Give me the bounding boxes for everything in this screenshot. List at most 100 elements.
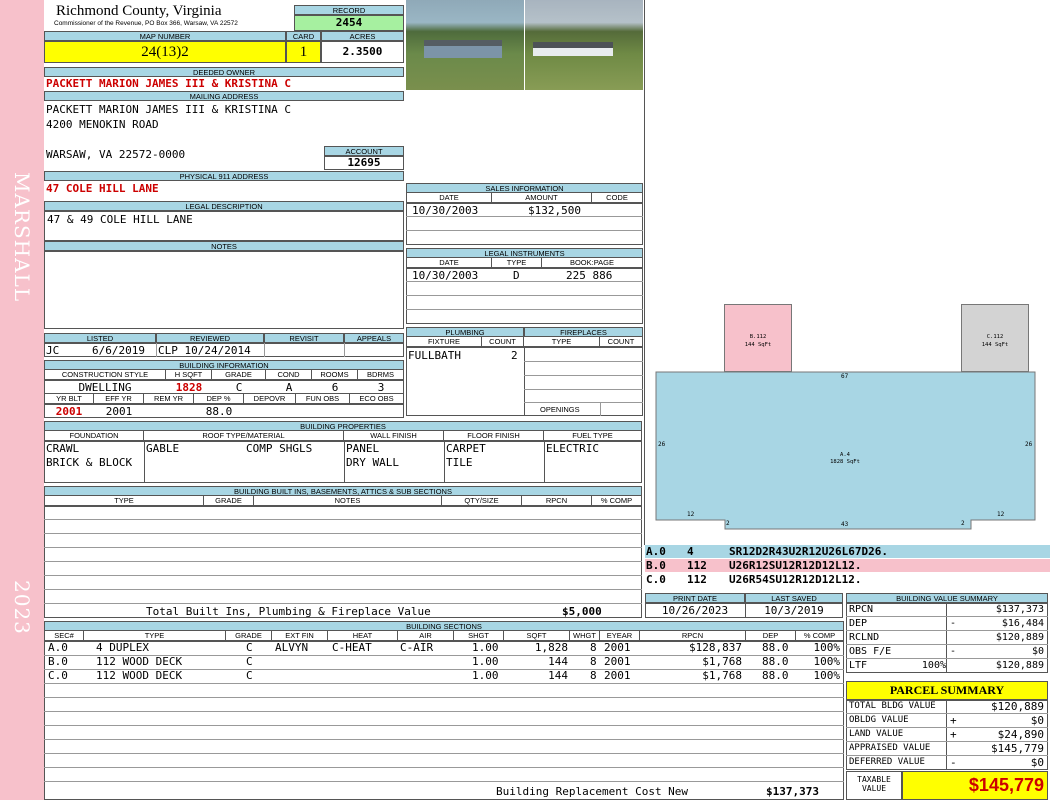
vector-code: 112 bbox=[687, 559, 707, 572]
commissioner-address: Commissioner of the Revenue, PO Box 366,… bbox=[54, 20, 238, 27]
construction-style: DWELLING bbox=[78, 381, 132, 394]
notes-label: NOTES bbox=[44, 241, 404, 251]
foundation-1: CRAWL bbox=[46, 442, 80, 455]
prop-col-floor: FLOOR FINISH bbox=[444, 431, 544, 441]
instrument-type: D bbox=[513, 269, 520, 282]
dim-notch-right: 2 bbox=[961, 520, 965, 527]
dim-notch-left: 2 bbox=[726, 520, 730, 527]
house-photo-shape bbox=[533, 42, 613, 56]
instrument-col-type: TYPE bbox=[492, 258, 542, 268]
divider bbox=[524, 402, 643, 403]
divider bbox=[44, 697, 844, 698]
sec-col-rpcn: RPCN bbox=[640, 631, 746, 641]
builtins-total-label: Total Built Ins, Plumbing & Fireplace Va… bbox=[146, 605, 431, 618]
last-saved-label: LAST SAVED bbox=[745, 593, 843, 603]
cell-type: 112 WOOD DECK bbox=[96, 669, 183, 682]
vector-sec: B.0 bbox=[646, 559, 666, 572]
divider bbox=[44, 603, 642, 604]
divider bbox=[44, 683, 844, 684]
parcel-label: OBLDG VALUE bbox=[849, 715, 909, 725]
bi-col-yrblt: YR BLT bbox=[44, 394, 94, 404]
cell-sqft: 144 bbox=[548, 669, 568, 682]
cell-dep: 88.0 bbox=[762, 655, 789, 668]
bi-col-rooms: ROOMS bbox=[312, 370, 358, 380]
physical-address-label: PHYSICAL 911 ADDRESS bbox=[44, 171, 404, 181]
table-row: A.0 4 DUPLEX C ALVYN C-HEAT C-AIR 1.00 1… bbox=[44, 641, 844, 655]
bvs-value: $120,889 bbox=[995, 660, 1044, 671]
prop-col-fuel: FUEL TYPE bbox=[544, 431, 642, 441]
sale-date: 10/30/2003 bbox=[412, 204, 479, 217]
legal-description: 47 & 49 COLE HILL LANE bbox=[47, 213, 193, 226]
record-label: RECORD bbox=[294, 5, 404, 15]
prop-col-foundation: FOUNDATION bbox=[44, 431, 144, 441]
property-photo-side bbox=[525, 0, 643, 90]
dim-right: 26 bbox=[1025, 441, 1033, 448]
house-photo-shape bbox=[424, 40, 502, 58]
plumbing-col-count: COUNT bbox=[482, 337, 524, 347]
bvs-title: BUILDING VALUE SUMMARY bbox=[846, 593, 1048, 603]
builtins-col-grade: GRADE bbox=[204, 496, 254, 506]
bvs-pct: 100% bbox=[921, 660, 946, 671]
listed-by: JC bbox=[46, 344, 60, 357]
heated-sqft: 1828 bbox=[175, 381, 203, 394]
effective-year: 2001 bbox=[105, 405, 133, 418]
divider bbox=[156, 343, 157, 357]
building-grade: C bbox=[235, 381, 243, 394]
bi-col-grade: GRADE bbox=[212, 370, 266, 380]
vector-code: 4 bbox=[687, 545, 694, 558]
cell-sqft: 144 bbox=[548, 655, 568, 668]
cell-comp: 100% bbox=[813, 669, 841, 682]
fireplace-col-type: TYPE bbox=[524, 337, 600, 347]
cell-heat: C-HEAT bbox=[332, 641, 372, 654]
divider bbox=[524, 361, 643, 362]
table-row: B.0 112 WOOD DECK C 1.00 144 8 2001 $1,7… bbox=[44, 655, 844, 669]
sec-col-sec: SEC# bbox=[44, 631, 84, 641]
property-photo-front bbox=[406, 0, 524, 90]
replacement-cost-label: Building Replacement Cost New bbox=[496, 785, 689, 798]
builtins-title: BUILDING BUILT INS, BASEMENTS, ATTICS & … bbox=[44, 486, 642, 496]
bvs-value: $0 bbox=[1031, 646, 1044, 657]
sec-col-extfin: EXT FIN bbox=[272, 631, 328, 641]
building-properties-title: BUILDING PROPERTIES bbox=[44, 421, 642, 431]
sales-col-date: DATE bbox=[406, 193, 492, 203]
prop-col-wall: WALL FINISH bbox=[344, 431, 444, 441]
sec-col-whgt: WHGT bbox=[570, 631, 600, 641]
divider bbox=[344, 343, 345, 357]
divider bbox=[44, 519, 642, 520]
bi-col-effyr: EFF YR bbox=[94, 394, 144, 404]
map-number: 24(13)2 bbox=[44, 41, 286, 63]
parcel-label: APPRAISED VALUE bbox=[849, 743, 931, 753]
divider bbox=[44, 739, 844, 740]
cell-sec: B.0 bbox=[48, 655, 68, 668]
dim-bottom: 43 bbox=[841, 521, 849, 528]
instrument-col-date: DATE bbox=[406, 258, 492, 268]
card-label: CARD bbox=[286, 31, 321, 41]
vector-sec: A.0 bbox=[646, 545, 666, 558]
bvs-value: $16,484 bbox=[1001, 618, 1044, 629]
cell-eyear: 2001 bbox=[604, 669, 631, 682]
depreciation-pct: 88.0 bbox=[205, 405, 233, 418]
mailing-address-label: MAILING ADDRESS bbox=[44, 91, 404, 101]
district-name: MARSHALL bbox=[10, 172, 34, 303]
plumbing-col-fixture: FIXTURE bbox=[406, 337, 482, 347]
parcel-label: LAND VALUE bbox=[849, 729, 904, 739]
legal-instruments-title: LEGAL INSTRUMENTS bbox=[406, 248, 643, 258]
revisit-label: REVISIT bbox=[264, 333, 344, 343]
cell-type: 4 DUPLEX bbox=[96, 641, 149, 654]
section-a-area: 1828 SqFt bbox=[830, 459, 860, 465]
builtins-col-comp: % COMP bbox=[592, 496, 642, 506]
vector-code: 112 bbox=[687, 573, 707, 586]
sec-col-grade: GRADE bbox=[226, 631, 272, 641]
divider bbox=[44, 547, 642, 548]
divider bbox=[406, 230, 643, 231]
divider bbox=[44, 589, 642, 590]
builtins-total: $5,000 bbox=[562, 605, 602, 618]
listed-date: 6/6/2019 bbox=[92, 344, 145, 357]
deeded-owner-label: DEEDED OWNER bbox=[44, 67, 404, 77]
parcel-value: $24,890 bbox=[997, 728, 1044, 741]
reviewed-label: REVIEWED bbox=[156, 333, 264, 343]
rooms: 6 bbox=[331, 381, 339, 394]
building-info-title: BUILDING INFORMATION bbox=[44, 360, 404, 370]
divider bbox=[406, 295, 643, 296]
divider bbox=[524, 347, 525, 416]
